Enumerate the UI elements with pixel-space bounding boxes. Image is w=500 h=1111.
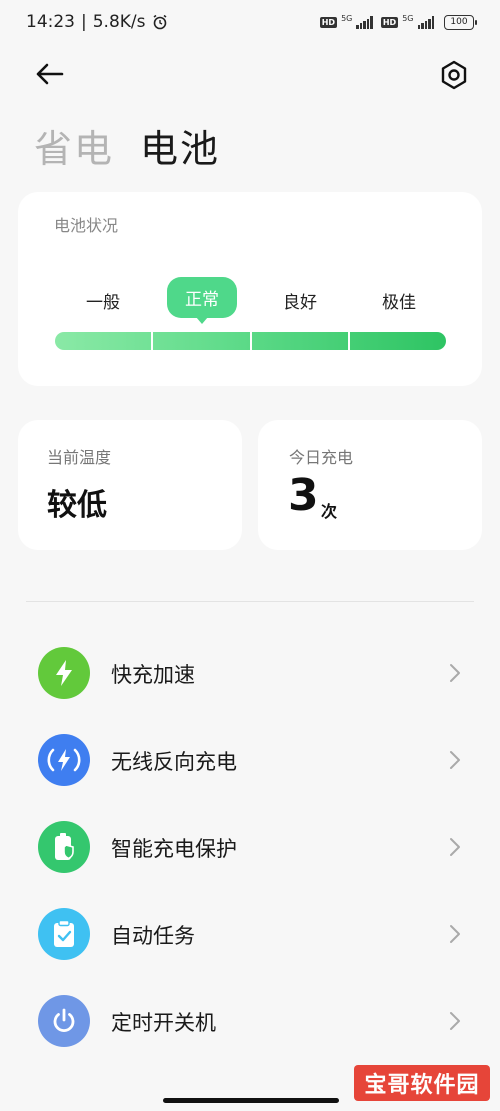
temperature-card[interactable]: 当前温度 较低 — [18, 420, 242, 550]
temperature-label: 当前温度 — [47, 448, 112, 467]
menu-label: 无线反向充电 — [111, 750, 237, 774]
battery-shield-icon — [38, 821, 90, 873]
gear-icon — [441, 60, 467, 90]
tab-battery[interactable]: 电池 — [140, 118, 220, 173]
tab-power-saving[interactable]: 省电 — [34, 118, 114, 173]
menu-item-automatic-tasks[interactable]: 自动任务 — [0, 899, 500, 969]
power-icon — [38, 995, 90, 1047]
menu-item-reverse-wireless-charging[interactable]: 无线反向充电 — [0, 725, 500, 795]
back-arrow-icon — [36, 63, 64, 85]
lightning-icon — [38, 647, 90, 699]
battery-status-title: 电池状况 — [54, 216, 119, 235]
chevron-right-icon — [450, 838, 460, 856]
menu-label: 定时开关机 — [111, 1011, 216, 1035]
menu-label: 智能充电保护 — [111, 837, 237, 861]
battery-icon: 100 — [444, 14, 477, 30]
menu-item-scheduled-power[interactable]: 定时开关机 — [0, 986, 500, 1056]
battery-level: 100 — [450, 17, 468, 27]
status-net-speed: 5.8K/s — [92, 12, 146, 32]
level-fair: 一般 — [86, 293, 120, 313]
menu-item-smart-charging-protection[interactable]: 智能充电保护 — [0, 812, 500, 882]
battery-health-meter — [55, 332, 446, 350]
signal-icon — [417, 15, 434, 29]
menu-item-fast-charge[interactable]: 快充加速 — [0, 638, 500, 708]
network-type-label: 5G — [341, 13, 353, 23]
site-watermark: 宝哥软件园 — [354, 1065, 490, 1101]
status-left: 14:23 | 5.8K/s — [26, 12, 168, 32]
level-normal-indicator: 正常 — [167, 277, 237, 318]
status-separator: | — [81, 12, 87, 32]
temperature-value: 较低 — [47, 488, 107, 523]
home-indicator[interactable] — [163, 1098, 339, 1103]
hd-icon: HD — [319, 16, 338, 28]
chevron-right-icon — [450, 1012, 460, 1030]
network-type-label: 5G — [402, 13, 414, 23]
meter-segment — [55, 332, 154, 350]
clipboard-check-icon — [38, 908, 90, 960]
meter-segment — [350, 332, 446, 350]
menu-label: 快充加速 — [111, 663, 195, 687]
signal-icon — [356, 15, 373, 29]
battery-status-card: 电池状况 一般 正常 良好 极佳 — [18, 192, 482, 386]
status-time: 14:23 — [26, 12, 75, 32]
back-button[interactable] — [32, 60, 68, 88]
chevron-right-icon — [450, 925, 460, 943]
meter-segment — [252, 332, 350, 350]
menu-label: 自动任务 — [111, 924, 195, 948]
chevron-right-icon — [450, 751, 460, 769]
level-good: 良好 — [283, 293, 317, 313]
charges-today-card[interactable]: 今日充电 3 次 — [258, 420, 482, 550]
top-nav — [0, 50, 500, 98]
status-bar: 14:23 | 5.8K/s HD 5G HD 5G 100 — [0, 0, 500, 44]
meter-segment — [153, 332, 252, 350]
charges-today-count: 3 — [288, 470, 319, 521]
alarm-icon — [153, 14, 166, 30]
charges-today-unit: 次 — [321, 502, 338, 521]
tab-bar: 省电 电池 — [34, 118, 220, 173]
charges-today-label: 今日充电 — [289, 448, 354, 467]
chevron-right-icon — [450, 664, 460, 682]
settings-button[interactable] — [436, 58, 472, 92]
hd-icon: HD — [380, 16, 399, 28]
level-excellent: 极佳 — [382, 293, 416, 313]
status-right: HD 5G HD 5G 100 — [319, 13, 477, 31]
wireless-charge-icon — [38, 734, 90, 786]
section-divider — [26, 601, 474, 602]
